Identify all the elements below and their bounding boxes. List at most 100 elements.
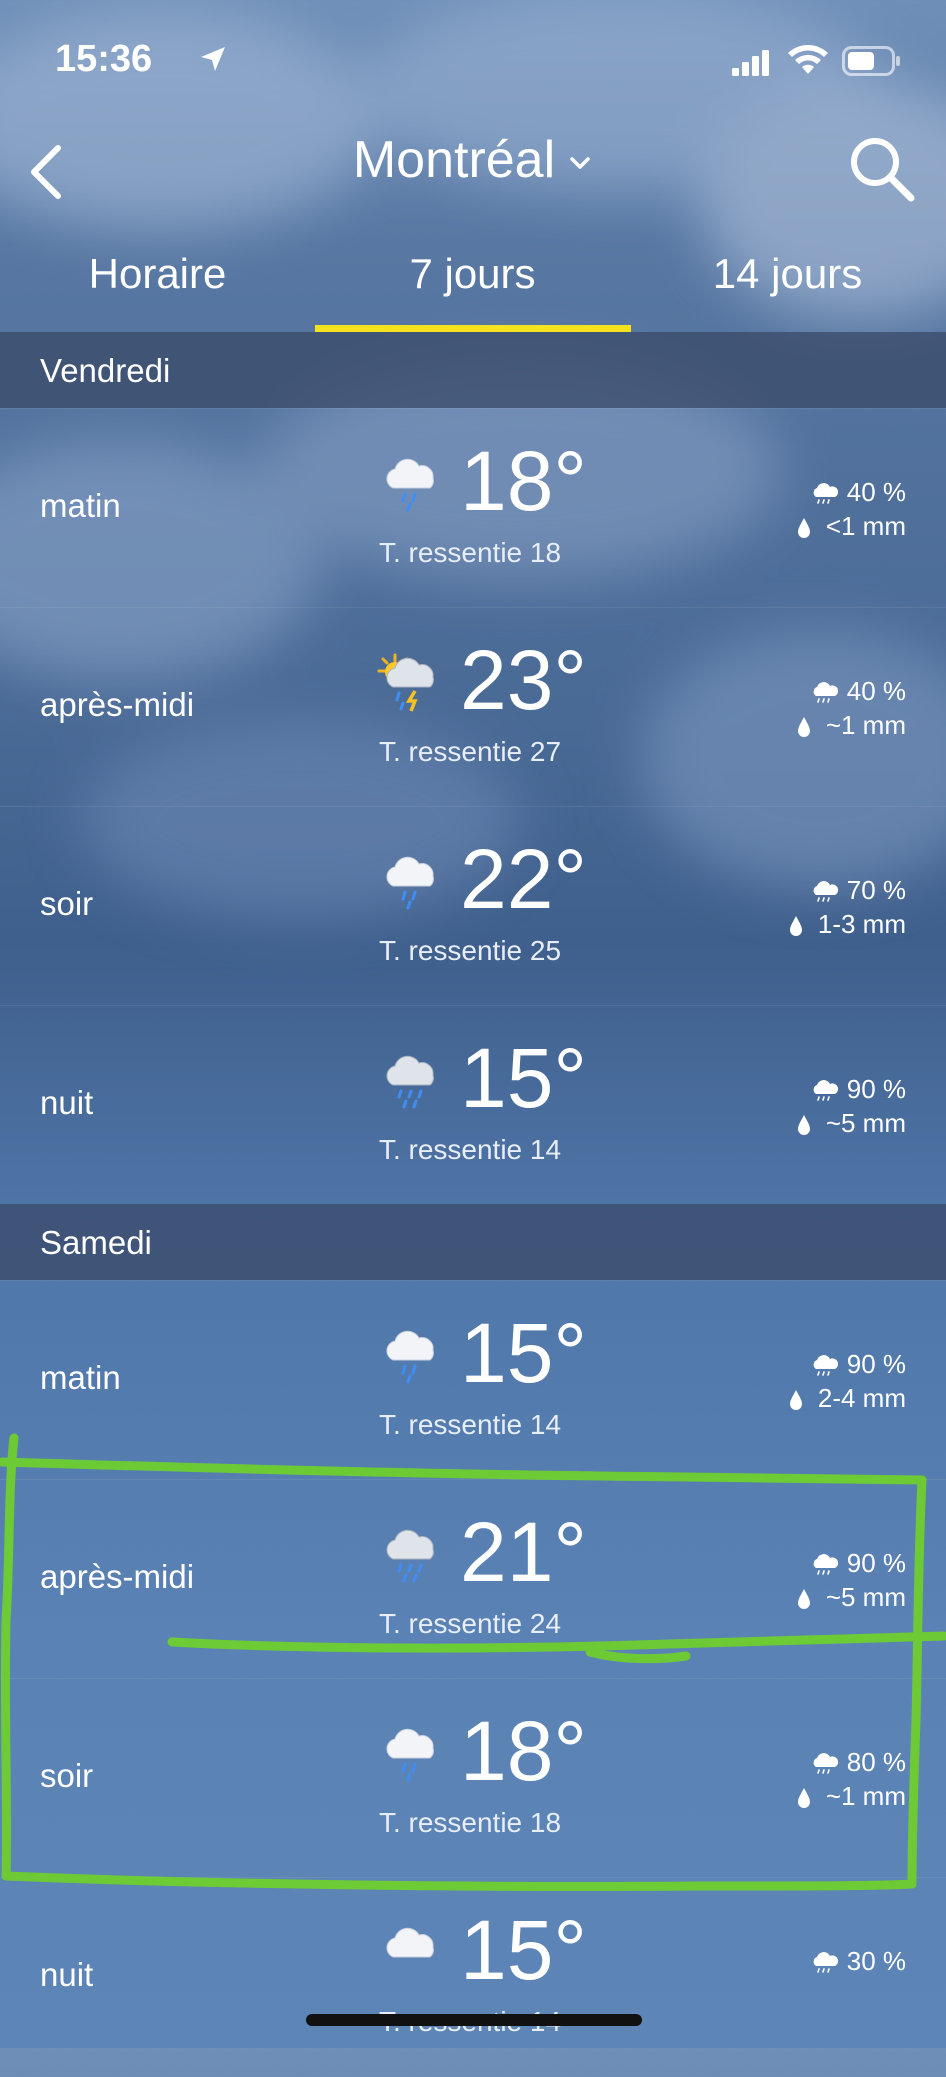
precip-amount: 2-4 mm (788, 1383, 906, 1414)
precip-probability-value: 40 % (846, 477, 906, 507)
forecast-row[interactable]: matin 18° T. ressentie 18 40 % <1 mm (0, 408, 946, 608)
feels-like: T. ressentie 18 (378, 537, 562, 568)
battery-icon (842, 46, 900, 76)
day-name: Vendredi (40, 352, 171, 389)
temperature: 21° (460, 1505, 588, 1599)
precip-probability: 90 % (809, 1548, 906, 1579)
forecast-row[interactable]: après-midi 21° T. ressentie 24 90 % ~5 mm (0, 1479, 946, 1679)
precip-probability-value: 90 % (846, 1349, 906, 1379)
rain-drop-icon (797, 1589, 810, 1610)
precip-cloud-icon (813, 1753, 838, 1774)
city-selector[interactable]: Montréal (0, 130, 946, 190)
precip-amount: 1-3 mm (788, 909, 906, 940)
cloud-rain-icon (375, 852, 445, 912)
precip-amount: ~5 mm (796, 1582, 906, 1613)
precip-amount: ~1 mm (796, 710, 906, 741)
temperature: 18° (460, 1704, 588, 1798)
precip-amount-value: 2-4 mm (817, 1383, 906, 1413)
precip-amount-value: 1-3 mm (817, 909, 906, 939)
forecast-row[interactable]: nuit 15° T. ressentie 14 90 % ~5 mm (0, 1005, 946, 1205)
wifi-icon (788, 45, 828, 74)
day-header: Vendredi (0, 332, 946, 408)
period-label: nuit (40, 1956, 94, 1993)
period-label: matin (40, 487, 121, 524)
precip-amount-value: ~1 mm (825, 1781, 906, 1811)
cloud-rain-icon (375, 1724, 445, 1784)
feels-like: T. ressentie 27 (378, 736, 562, 767)
precip-probability: 70 % (809, 875, 906, 906)
precip-amount-value: ~5 mm (825, 1582, 906, 1612)
rain-drop-icon (797, 717, 810, 738)
cloud-heavy-rain-icon (375, 1051, 445, 1111)
cloud-heavy-rain-icon (375, 1525, 445, 1585)
location-arrow-icon (201, 47, 225, 71)
cloud-rain-icon (375, 1326, 445, 1386)
search-icon[interactable] (845, 132, 917, 204)
tab-7-jours[interactable]: 7 jours (315, 250, 630, 298)
precip-cloud-icon (813, 1554, 838, 1575)
feels-like: T. ressentie 24 (378, 1608, 562, 1639)
precip-cloud-icon (813, 1952, 838, 1973)
forecast-row[interactable]: soir 18° T. ressentie 18 80 % ~1 mm (0, 1678, 946, 1878)
precip-probability: 40 % (809, 477, 906, 508)
temperature: 18° (460, 434, 588, 528)
precip-probability-value: 40 % (846, 676, 906, 706)
precip-cloud-icon (813, 682, 838, 703)
sun-cloud-storm-icon (375, 653, 445, 713)
feels-like: T. ressentie 14 (378, 1409, 562, 1440)
temperature: 22° (460, 832, 588, 926)
precip-cloud-icon (813, 1355, 838, 1376)
precip-amount-value: ~5 mm (825, 1108, 906, 1138)
period-label: après-midi (40, 686, 195, 723)
precip-probability: 40 % (809, 676, 906, 707)
cloud-icon (375, 1923, 445, 1983)
temperature: 15° (460, 1031, 588, 1125)
city-name: Montréal (352, 131, 556, 189)
precip-probability: 90 % (809, 1349, 906, 1380)
period-label: après-midi (40, 1558, 195, 1595)
active-tab-indicator (315, 325, 631, 332)
precip-probability-value: 90 % (846, 1548, 906, 1578)
precip-probability: 30 % (809, 1946, 906, 1977)
tab-14-jours[interactable]: 14 jours (630, 250, 945, 298)
temperature: 15° (460, 1306, 588, 1400)
forecast-row[interactable]: soir 22° T. ressentie 25 70 % 1-3 mm (0, 806, 946, 1006)
precip-amount: <1 mm (796, 511, 906, 542)
rain-drop-icon (797, 1788, 810, 1809)
forecast-tabs: Horaire 7 jours 14 jours (0, 240, 946, 332)
home-indicator[interactable] (306, 2014, 642, 2026)
forecast-row[interactable]: matin 15° T. ressentie 14 90 % 2-4 mm (0, 1280, 946, 1480)
feels-like: T. ressentie 14 (378, 1134, 562, 1165)
temperature: 15° (460, 1903, 588, 1997)
rain-drop-icon (789, 1390, 802, 1411)
day-header: Samedi (0, 1204, 946, 1280)
precip-cloud-icon (813, 483, 838, 504)
period-label: matin (40, 1359, 121, 1396)
precip-amount: ~1 mm (796, 1781, 906, 1812)
precip-amount: ~5 mm (796, 1108, 906, 1139)
forecast-row[interactable]: après-midi 23° T. ressentie 27 40 % ~1 mm (0, 607, 946, 807)
rain-drop-icon (797, 1115, 810, 1136)
precip-probability-value: 30 % (846, 1946, 906, 1976)
chevron-down-icon (570, 157, 590, 170)
temperature: 23° (460, 633, 588, 727)
status-bar: 15:36 (0, 0, 946, 120)
precip-amount-value: ~1 mm (825, 710, 906, 740)
rain-drop-icon (789, 916, 802, 937)
precip-amount-value: <1 mm (825, 511, 906, 541)
precip-probability: 80 % (809, 1747, 906, 1778)
tab-horaire[interactable]: Horaire (0, 250, 315, 298)
header: Montréal (0, 120, 946, 220)
cloud-rain-icon (375, 454, 445, 514)
precip-probability-value: 80 % (846, 1747, 906, 1777)
status-time: 15:36 (55, 38, 153, 80)
forecast-row[interactable]: nuit15°T. ressentie 1430 % (0, 1877, 946, 2077)
period-label: soir (40, 885, 94, 922)
cellular-signal-icon (732, 50, 769, 76)
period-label: nuit (40, 1084, 94, 1121)
precip-probability-value: 90 % (846, 1074, 906, 1104)
feels-like: T. ressentie 18 (378, 1807, 562, 1838)
precip-cloud-icon (813, 881, 838, 902)
period-label: soir (40, 1757, 94, 1794)
precip-cloud-icon (813, 1080, 838, 1101)
